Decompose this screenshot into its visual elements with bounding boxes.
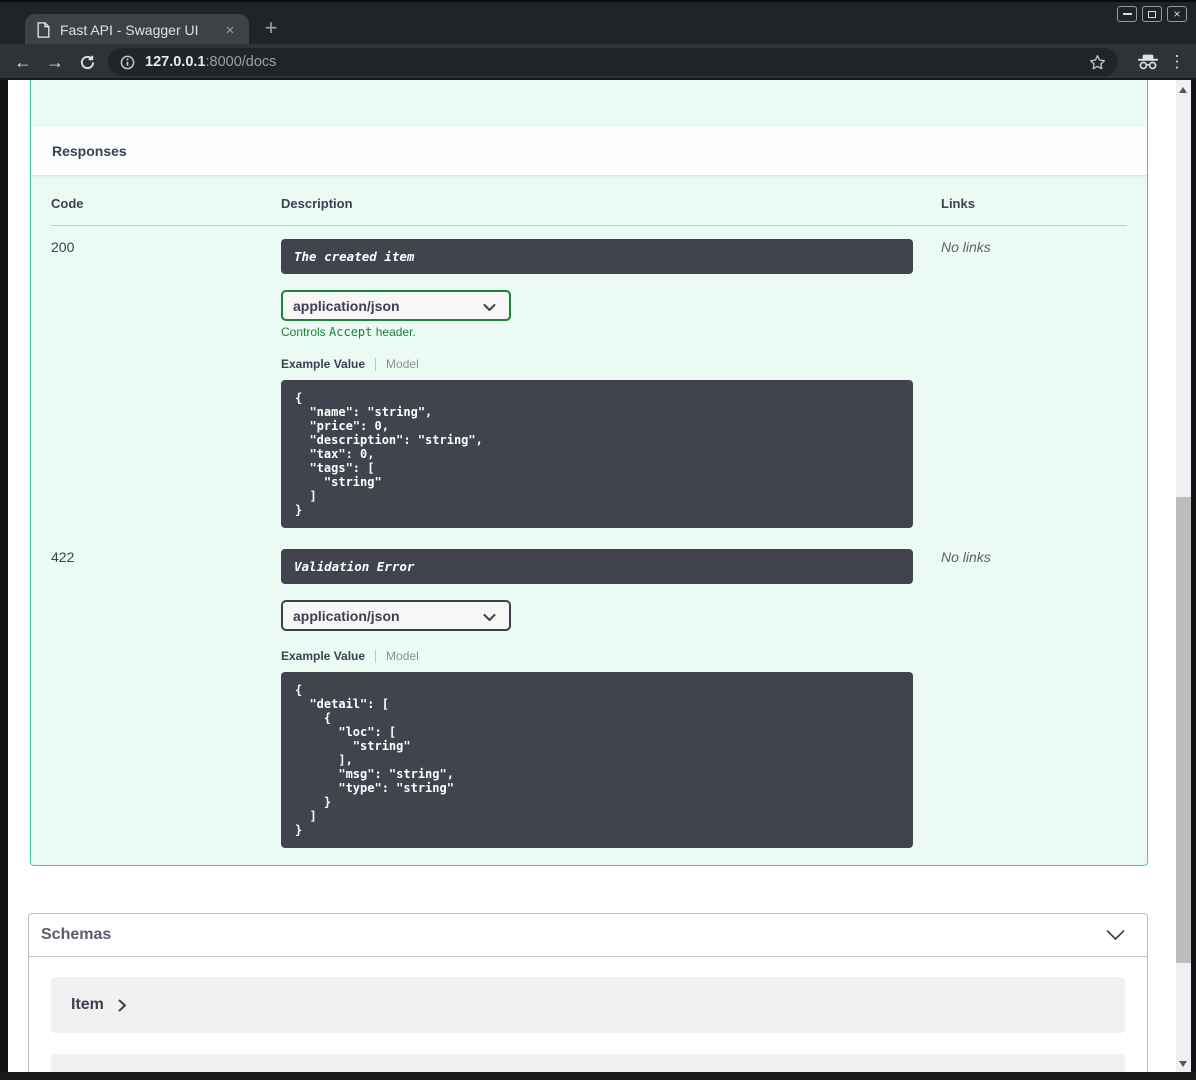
response-code: 422 xyxy=(51,549,75,565)
url-host: 127.0.0.1 xyxy=(145,54,206,70)
url-bar[interactable]: 127.0.0.1:8000/docs xyxy=(108,48,1118,76)
model-item[interactable]: Item xyxy=(51,977,1125,1033)
response-links: No links xyxy=(941,549,991,565)
operation-block-spacer xyxy=(31,80,1147,127)
url-path: :8000/docs xyxy=(205,54,277,70)
incognito-badge xyxy=(1135,49,1161,75)
tab-example-value[interactable]: Example Value xyxy=(281,357,365,371)
model-name: Item xyxy=(71,996,104,1013)
controls-accept-note: Controls Accept header. xyxy=(281,325,941,339)
chevron-down-icon xyxy=(483,304,496,311)
tab-close-icon[interactable]: × xyxy=(221,22,239,39)
responses-section-header: Responses xyxy=(31,127,1147,175)
tab-model[interactable]: Model xyxy=(386,649,419,663)
schemas-section: Schemas Item ValidationError xyxy=(28,913,1148,1080)
tab-favicon-document-icon xyxy=(37,22,50,38)
example-json-block: { "detail": [ { "loc": [ "string" ], "ms… xyxy=(281,672,913,848)
tab-divider xyxy=(375,649,377,663)
example-model-tabs: Example Value Model xyxy=(281,357,941,371)
media-type-select[interactable]: application/json xyxy=(281,600,511,631)
page-content: Responses Code Description Links 200 The… xyxy=(8,80,1191,1080)
window-title-bar: Fast API - Swagger UI × + × xyxy=(0,0,1196,46)
tab-divider xyxy=(375,357,377,371)
url-text: 127.0.0.1:8000/docs xyxy=(145,54,1089,70)
chevron-down-icon xyxy=(483,614,496,621)
response-description: Validation Error xyxy=(281,549,913,584)
incognito-icon xyxy=(1138,54,1158,70)
responses-table: Code Description Links 200 The created i… xyxy=(31,175,1147,865)
minimize-button[interactable] xyxy=(1117,6,1137,22)
accept-note-suffix: header. xyxy=(372,325,416,339)
accept-note-prefix: Controls xyxy=(281,325,330,339)
response-description: The created item xyxy=(281,239,913,274)
media-type-select[interactable]: application/json xyxy=(281,290,511,321)
schemas-title: Schemas xyxy=(41,926,112,943)
responses-title: Responses xyxy=(52,143,127,159)
reload-button[interactable] xyxy=(74,49,100,75)
column-header-description: Description xyxy=(281,196,353,211)
browser-toolbar: ← → 127.0.0.1:8000/docs ⋮ xyxy=(0,44,1196,80)
browser-menu-button[interactable]: ⋮ xyxy=(1164,49,1190,75)
scrollbar-thumb[interactable] xyxy=(1176,497,1191,963)
back-button[interactable]: ← xyxy=(10,49,36,75)
response-row-200: 200 The created item application/json Co… xyxy=(51,226,1127,528)
scroll-up-arrow-icon[interactable] xyxy=(1179,87,1187,93)
response-description-cell: The created item application/json Contro… xyxy=(281,239,941,528)
new-tab-button[interactable]: + xyxy=(258,16,284,42)
media-type-value: application/json xyxy=(293,607,400,624)
bookmark-button[interactable] xyxy=(1089,54,1106,71)
maximize-icon xyxy=(1148,10,1156,18)
vertical-scrollbar[interactable] xyxy=(1176,80,1191,1080)
reload-icon xyxy=(80,55,94,69)
tab-model[interactable]: Model xyxy=(386,357,419,371)
browser-tab[interactable]: Fast API - Swagger UI × xyxy=(25,14,249,46)
tab-title: Fast API - Swagger UI xyxy=(60,22,199,38)
collapse-chevron-down-icon[interactable] xyxy=(1106,929,1125,941)
response-code: 200 xyxy=(51,239,75,255)
close-button[interactable]: × xyxy=(1167,6,1187,22)
response-links: No links xyxy=(941,239,991,255)
forward-button[interactable]: → xyxy=(42,49,68,75)
column-header-links: Links xyxy=(941,196,975,211)
column-header-code: Code xyxy=(51,196,84,211)
minimize-icon xyxy=(1122,13,1132,15)
accept-note-code: Accept xyxy=(329,325,373,339)
scroll-down-arrow-icon[interactable] xyxy=(1179,1061,1187,1067)
schemas-body: Item ValidationError xyxy=(29,957,1147,1080)
responses-table-header: Code Description Links xyxy=(51,193,1127,226)
site-info-icon xyxy=(120,55,135,69)
operation-block: Responses Code Description Links 200 The… xyxy=(30,80,1148,866)
tab-example-value[interactable]: Example Value xyxy=(281,649,365,663)
window-bottom-edge xyxy=(0,1072,1196,1080)
example-model-tabs: Example Value Model xyxy=(281,649,941,663)
schemas-header[interactable]: Schemas xyxy=(29,914,1147,957)
media-type-value: application/json xyxy=(293,297,400,314)
response-description-cell: Validation Error application/json Exampl… xyxy=(281,549,941,848)
maximize-button[interactable] xyxy=(1142,6,1162,22)
bookmark-star-icon xyxy=(1090,54,1105,69)
response-row-422: 422 Validation Error application/json Ex… xyxy=(51,536,1127,848)
chevron-right-icon xyxy=(118,999,126,1011)
example-json-block: { "name": "string", "price": 0, "descrip… xyxy=(281,380,913,528)
